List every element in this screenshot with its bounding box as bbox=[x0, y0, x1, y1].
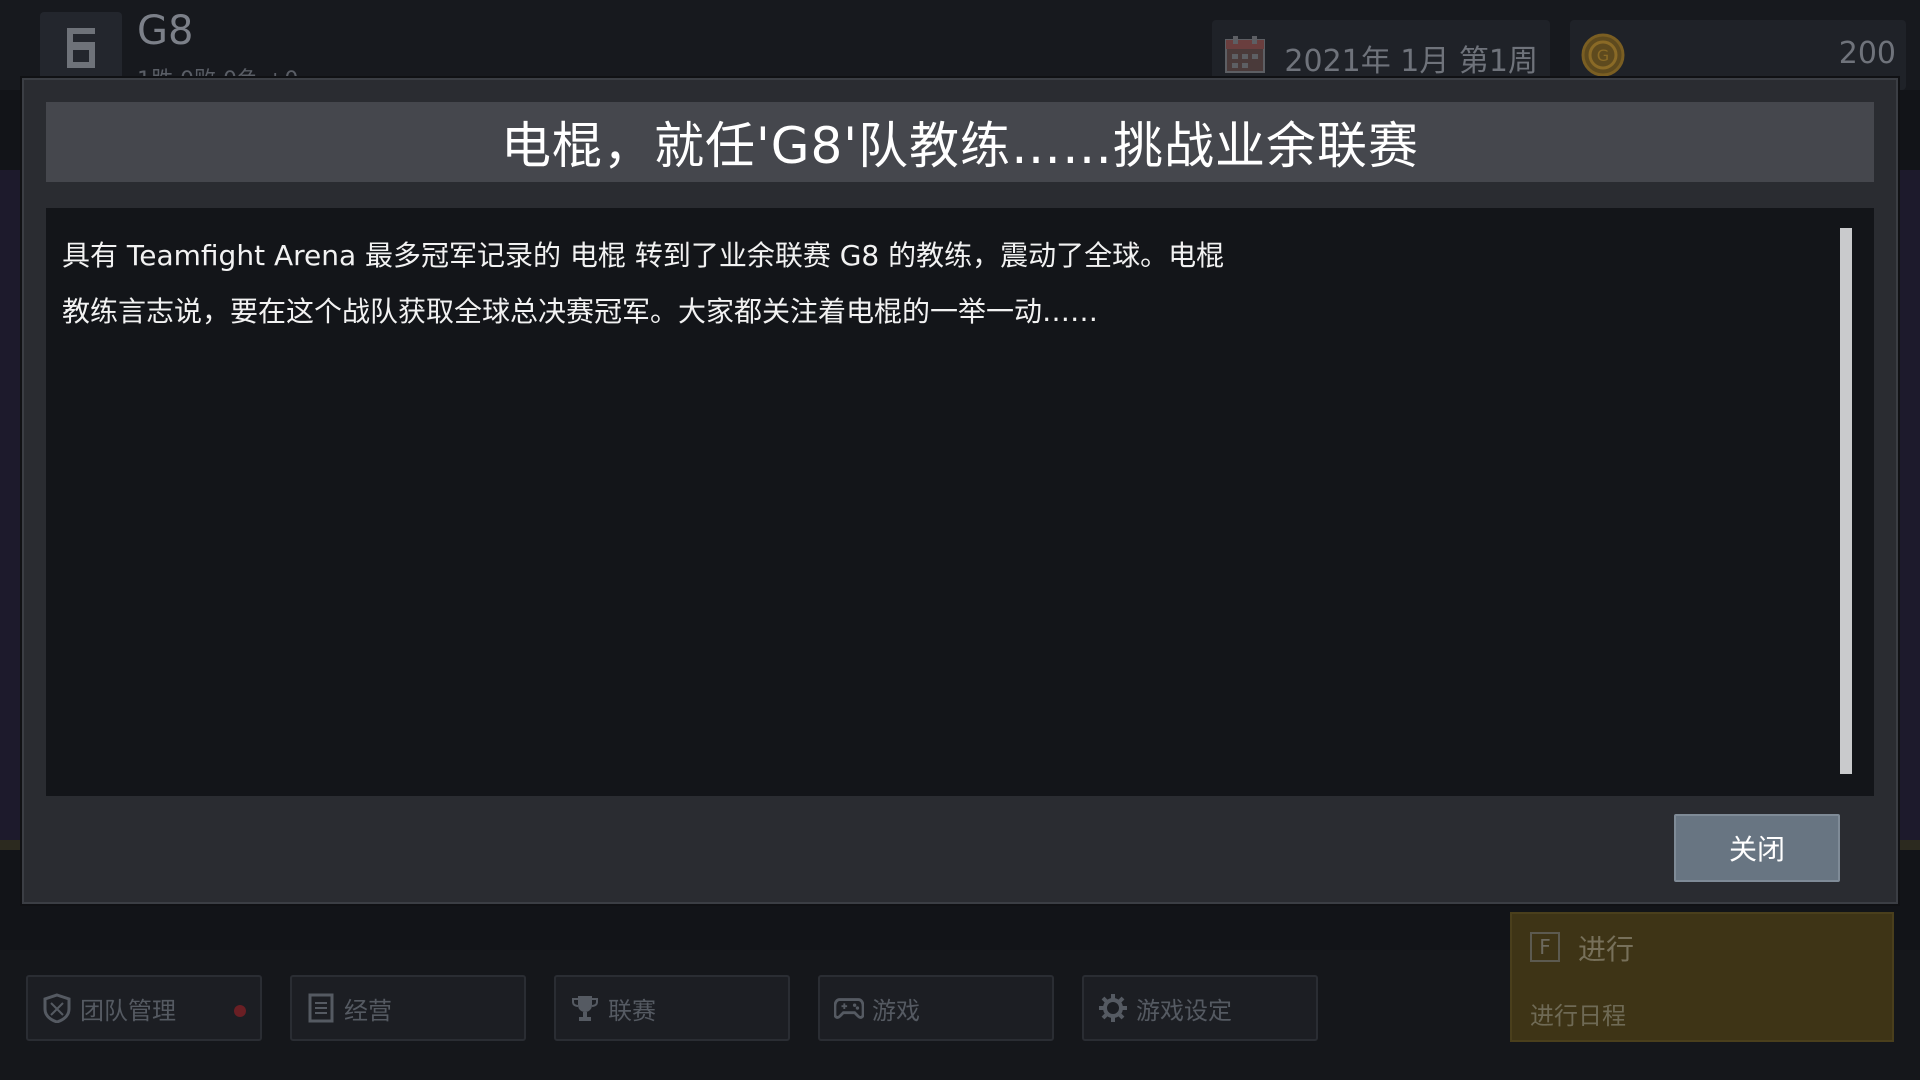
dialog-text-line: 具有 Teamfight Arena 最多冠军记录的 电棍 转到了业余联赛 G8… bbox=[62, 239, 1225, 272]
nav-game-button[interactable]: 游戏 bbox=[818, 975, 1054, 1041]
dialog-text-line: 教练言志说，要在这个战队获取全球总决赛冠军。大家都关注着电棍的一举一动…… bbox=[62, 295, 1099, 328]
nav-label: 经营 bbox=[344, 996, 392, 1025]
shield-icon bbox=[42, 993, 72, 1023]
nav-label: 游戏 bbox=[872, 996, 920, 1025]
nav-label: 联赛 bbox=[608, 996, 656, 1025]
background-panel bbox=[0, 170, 24, 850]
alert-dot bbox=[234, 1005, 246, 1017]
dialog-title: 电棍，就任'G8'队教练……挑战业余联赛 bbox=[500, 117, 1420, 175]
game-screen: G8 1胜 0败 0负 +0 2021年 1月 第1周 bbox=[0, 0, 1920, 1080]
document-icon bbox=[306, 993, 336, 1023]
advance-subtitle: 进行日程 bbox=[1530, 1002, 1626, 1030]
hotkey-badge: F bbox=[1530, 932, 1560, 962]
nav-game-settings-button[interactable]: 游戏设定 bbox=[1082, 975, 1318, 1041]
scrollbar[interactable] bbox=[1840, 228, 1852, 774]
dialog-header: 电棍，就任'G8'队教练……挑战业余联赛 bbox=[46, 102, 1874, 182]
nav-league-button[interactable]: 联赛 bbox=[554, 975, 790, 1041]
close-button[interactable]: 关闭 bbox=[1674, 814, 1840, 882]
team-logo-icon bbox=[67, 28, 95, 68]
top-bar: G8 1胜 0败 0负 +0 2021年 1月 第1周 bbox=[0, 0, 1920, 93]
background-panel bbox=[1898, 170, 1920, 850]
dialog-body: 具有 Teamfight Arena 最多冠军记录的 电棍 转到了业余联赛 G8… bbox=[46, 208, 1874, 796]
money-amount: 200 bbox=[1838, 36, 1896, 71]
svg-text:G: G bbox=[1597, 46, 1609, 65]
gear-icon bbox=[1098, 993, 1128, 1023]
nav-team-management-button[interactable]: 团队管理 bbox=[26, 975, 262, 1041]
nav-management-button[interactable]: 经营 bbox=[290, 975, 526, 1041]
team-logo[interactable] bbox=[40, 12, 122, 84]
advance-schedule-button[interactable]: F 进行 进行日程 bbox=[1510, 912, 1894, 1042]
advance-title: 进行 bbox=[1578, 933, 1635, 966]
date-text: 2021年 1月 第1周 bbox=[1284, 44, 1538, 79]
dialog-text: 具有 Teamfight Arena 最多冠军记录的 电棍 转到了业余联赛 G8… bbox=[62, 228, 1322, 340]
news-dialog: 电棍，就任'G8'队教练……挑战业余联赛 具有 Teamfight Arena … bbox=[22, 78, 1898, 904]
gamepad-icon bbox=[834, 993, 864, 1023]
calendar-icon bbox=[1224, 34, 1266, 78]
team-name: G8 bbox=[137, 8, 194, 54]
coin-icon: G bbox=[1580, 32, 1626, 82]
nav-label: 游戏设定 bbox=[1136, 996, 1232, 1025]
trophy-icon bbox=[570, 993, 600, 1023]
nav-label: 团队管理 bbox=[80, 996, 176, 1025]
